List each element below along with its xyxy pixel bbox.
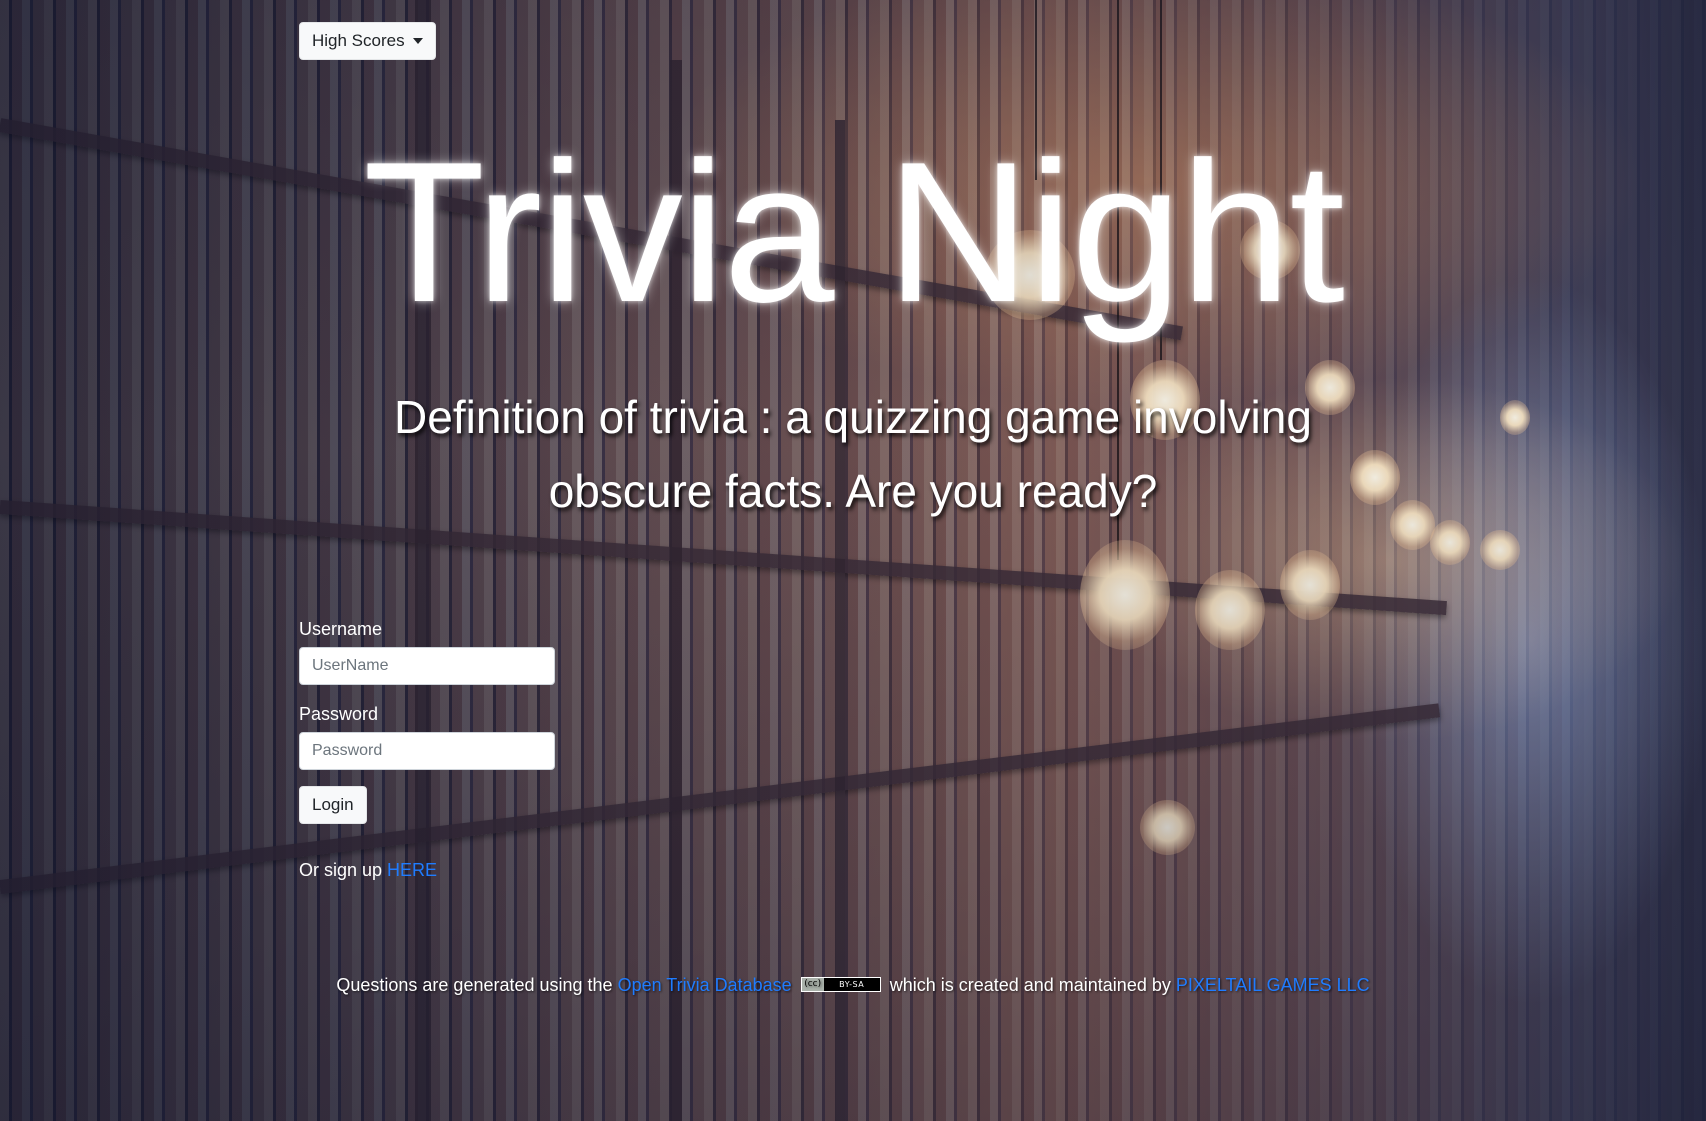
password-input[interactable]: [299, 732, 555, 770]
pixeltail-games-link[interactable]: PIXELTAIL GAMES LLC: [1176, 975, 1370, 995]
password-label: Password: [299, 704, 379, 724]
login-button[interactable]: Login: [299, 786, 367, 824]
footer-text-after: which is created and maintained by: [884, 975, 1176, 995]
page-title: Trivia Night: [363, 121, 1345, 344]
license-badge-label: BY-SA: [839, 980, 865, 990]
footer-text-before: Questions are generated using the: [336, 975, 618, 995]
high-scores-label: High Scores: [312, 31, 405, 50]
page-tagline: Definition of trivia : a quizzing game i…: [394, 391, 1312, 517]
signup-link[interactable]: HERE: [387, 860, 437, 880]
creative-commons-icon[interactable]: (cc) BY-SA: [800, 977, 881, 993]
open-trivia-database-link[interactable]: Open Trivia Database: [618, 975, 792, 995]
high-scores-dropdown-button[interactable]: High Scores: [299, 22, 436, 60]
caret-down-icon: [412, 38, 423, 44]
signup-prompt: Or sign up HERE: [299, 858, 437, 882]
signup-prefix: Or sign up: [299, 860, 388, 880]
footer-attribution: Questions are generated using the Open T…: [0, 972, 1706, 998]
login-form: Username Password Login: [299, 616, 555, 824]
username-input[interactable]: [299, 647, 555, 685]
username-label: Username: [299, 619, 383, 639]
